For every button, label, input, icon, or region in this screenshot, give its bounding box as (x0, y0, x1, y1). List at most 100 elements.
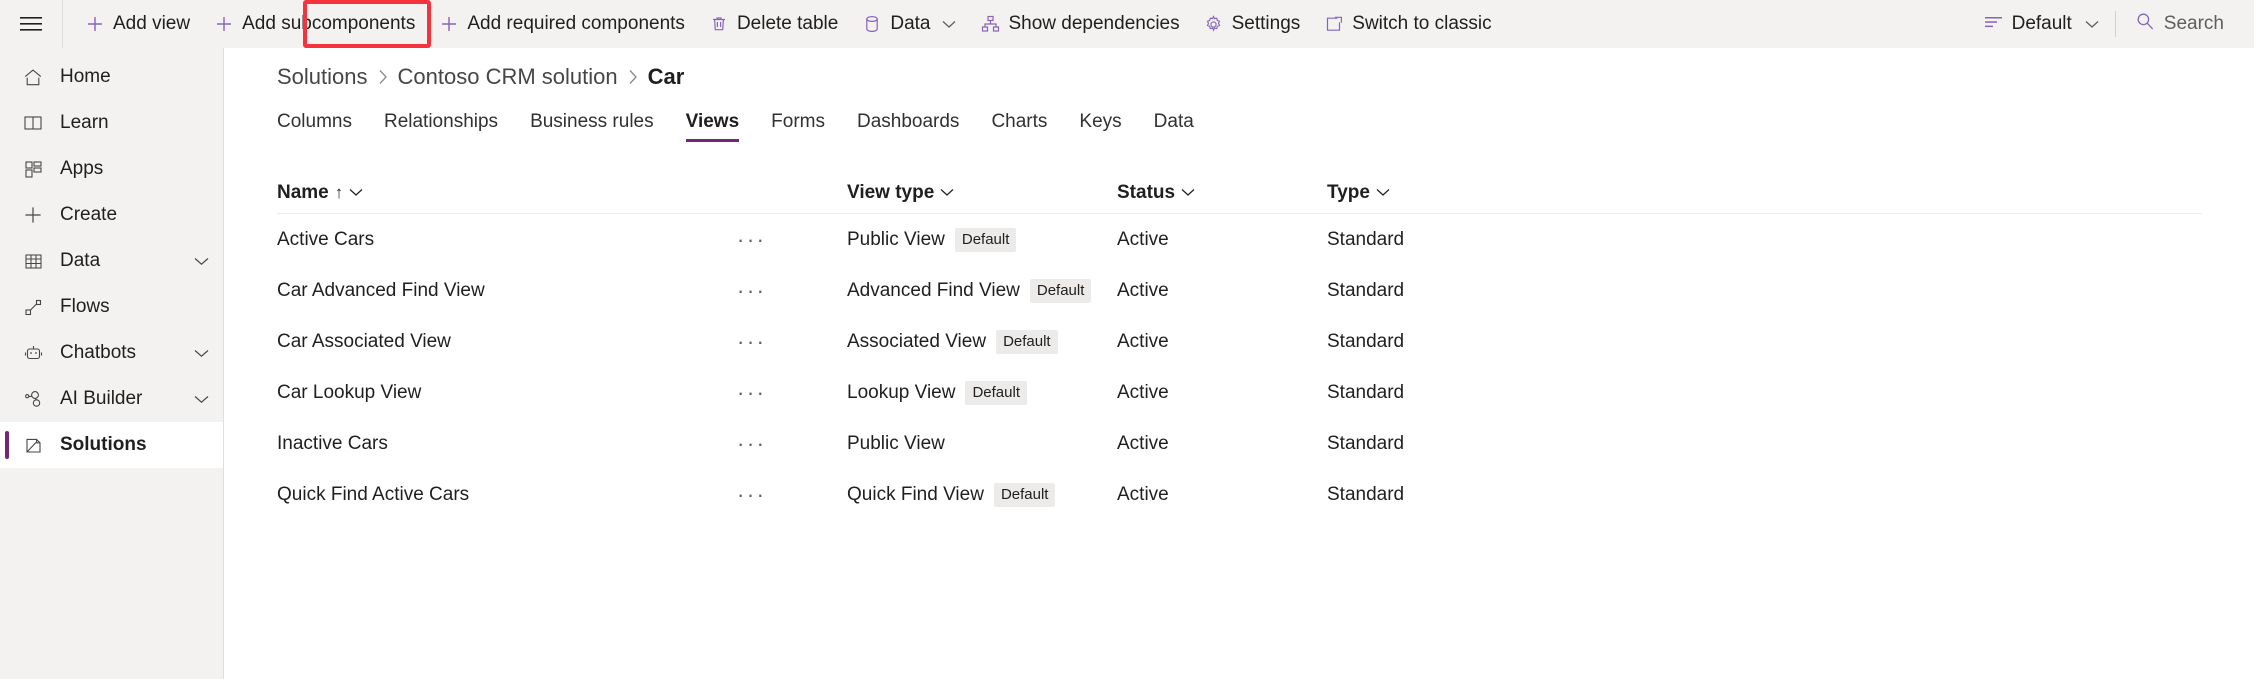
cell-type: Standard (1327, 229, 1567, 251)
command-items: Add view Add subcomponents Add required … (63, 0, 1970, 48)
chevron-down-icon[interactable] (940, 188, 954, 197)
tab-relationships[interactable]: Relationships (368, 111, 514, 142)
sidebar-item-flows[interactable]: Flows (0, 284, 223, 330)
table-row[interactable]: Active Cars ··· Public View Default Acti… (277, 214, 2202, 265)
sidebar-item-create[interactable]: Create (0, 192, 223, 238)
breadcrumb-item-contoso-crm-solution[interactable]: Contoso CRM solution (398, 64, 618, 90)
add-view-button[interactable]: Add view (73, 0, 202, 48)
sidebar-item-label: Flows (60, 296, 110, 318)
sidebar-item-label: Solutions (60, 434, 147, 456)
settings-label: Settings (1232, 13, 1301, 35)
delete-table-label: Delete table (737, 13, 838, 35)
column-header-name[interactable]: Name ↑ (277, 182, 737, 204)
grid-header-row: Name ↑ View type Status (277, 172, 2202, 214)
hamburger-menu-icon[interactable] (0, 0, 62, 48)
main-content: Solutions Contoso CRM solution Car Colum… (225, 48, 2254, 679)
row-overflow-menu-icon[interactable]: ··· (737, 490, 766, 500)
tab-data[interactable]: Data (1138, 111, 1210, 142)
add-subcomponents-button[interactable]: Add subcomponents (202, 0, 427, 48)
apps-icon (22, 158, 44, 180)
tab-keys[interactable]: Keys (1063, 111, 1137, 142)
cell-name: Quick Find Active Cars (277, 484, 737, 506)
table-row[interactable]: Car Associated View ··· Associated View … (277, 316, 2202, 367)
cell-status: Active (1117, 331, 1327, 353)
cell-type: Standard (1327, 484, 1567, 506)
column-header-view-type[interactable]: View type (847, 182, 1117, 204)
cell-status: Active (1117, 433, 1327, 455)
view-type-label: Lookup View (847, 382, 955, 404)
row-overflow-menu-icon[interactable]: ··· (737, 439, 766, 449)
robot-icon (22, 342, 44, 364)
switch-to-classic-button[interactable]: Switch to classic (1312, 0, 1503, 48)
cell-name: Car Lookup View (277, 382, 737, 404)
hierarchy-icon (980, 14, 1000, 34)
breadcrumb-item-solutions[interactable]: Solutions (277, 64, 368, 90)
top-command-bar: Add view Add subcomponents Add required … (0, 0, 2254, 48)
column-header-label: Name (277, 182, 329, 204)
flows-icon (22, 296, 44, 318)
table-row[interactable]: Inactive Cars ··· Public View Active Sta… (277, 418, 2202, 469)
table-row[interactable]: Car Lookup View ··· Lookup View Default … (277, 367, 2202, 418)
breadcrumb-separator-icon (628, 69, 638, 85)
delete-table-button[interactable]: Delete table (697, 0, 850, 48)
tab-columns[interactable]: Columns (277, 111, 368, 142)
plus-icon (439, 14, 459, 34)
sidebar-item-home[interactable]: Home (0, 54, 223, 100)
entity-tabs: Columns Relationships Business rules Vie… (225, 102, 2254, 142)
sidebar-item-learn[interactable]: Learn (0, 100, 223, 146)
tab-forms[interactable]: Forms (755, 111, 841, 142)
ai-builder-icon (22, 388, 44, 410)
column-header-type[interactable]: Type (1327, 182, 1567, 204)
column-header-label: View type (847, 182, 934, 204)
column-header-label: Status (1117, 182, 1175, 204)
chevron-down-icon[interactable] (349, 188, 363, 197)
power-apps-maker-portal: Add view Add subcomponents Add required … (0, 0, 2254, 679)
tab-dashboards[interactable]: Dashboards (841, 111, 975, 142)
sidebar-item-ai-builder[interactable]: AI Builder (0, 376, 223, 422)
table-row[interactable]: Car Advanced Find View ··· Advanced Find… (277, 265, 2202, 316)
chevron-down-icon[interactable] (194, 395, 209, 404)
search-input[interactable]: Search (2116, 0, 2254, 48)
row-overflow-menu-icon[interactable]: ··· (737, 388, 766, 398)
open-in-new-icon (1324, 14, 1344, 34)
view-type-label: Associated View (847, 331, 986, 353)
plus-icon (22, 204, 44, 226)
row-overflow-menu-icon[interactable]: ··· (737, 286, 766, 296)
tab-views[interactable]: Views (670, 111, 756, 142)
database-icon (862, 14, 882, 34)
view-filter-dropdown[interactable]: Default (1970, 0, 2115, 48)
sidebar-item-label: Data (60, 250, 100, 272)
tab-business-rules[interactable]: Business rules (514, 111, 670, 142)
sidebar-item-apps[interactable]: Apps (0, 146, 223, 192)
table-row[interactable]: Quick Find Active Cars ··· Quick Find Vi… (277, 469, 2202, 520)
page-title: Car (648, 64, 685, 90)
sidebar-item-chatbots[interactable]: Chatbots (0, 330, 223, 376)
search-label: Search (2164, 13, 2224, 35)
view-type-label: Public View (847, 433, 945, 455)
row-overflow-menu-icon[interactable]: ··· (737, 235, 766, 245)
sidebar-item-solutions[interactable]: Solutions (0, 422, 223, 468)
sidebar-item-data[interactable]: Data (0, 238, 223, 284)
sidebar-item-label: Create (60, 204, 117, 226)
sidebar-item-label: AI Builder (60, 388, 142, 410)
cell-type: Standard (1327, 382, 1567, 404)
chevron-down-icon[interactable] (1376, 188, 1390, 197)
cell-status: Active (1117, 229, 1327, 251)
row-overflow-menu-icon[interactable]: ··· (737, 337, 766, 347)
home-icon (22, 66, 44, 88)
tab-charts[interactable]: Charts (975, 111, 1063, 142)
add-required-components-button[interactable]: Add required components (427, 0, 697, 48)
show-dependencies-label: Show dependencies (1008, 13, 1179, 35)
view-filter-label: Default (2012, 13, 2072, 35)
trash-icon (709, 14, 729, 34)
chevron-down-icon[interactable] (194, 257, 209, 266)
settings-button[interactable]: Settings (1192, 0, 1313, 48)
chevron-down-icon[interactable] (194, 349, 209, 358)
cell-status: Active (1117, 280, 1327, 302)
column-header-status[interactable]: Status (1117, 182, 1327, 204)
cell-status: Active (1117, 382, 1327, 404)
show-dependencies-button[interactable]: Show dependencies (968, 0, 1191, 48)
cell-status: Active (1117, 484, 1327, 506)
chevron-down-icon[interactable] (1181, 188, 1195, 197)
data-dropdown-button[interactable]: Data (850, 0, 968, 48)
